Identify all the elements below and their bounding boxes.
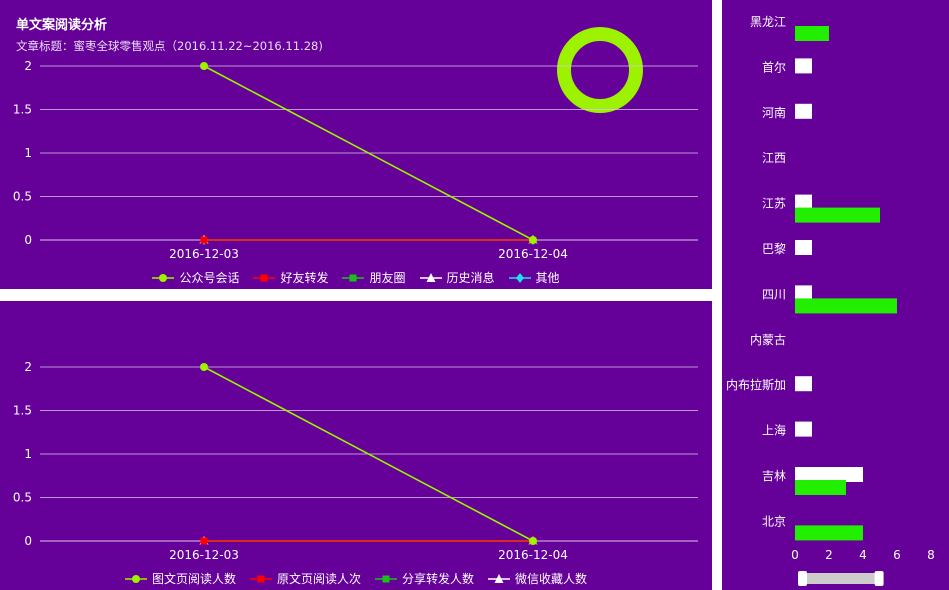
y-tick-label: 0	[24, 534, 32, 548]
y-tick-label: 1	[24, 146, 32, 160]
chart-legend[interactable]: 图文页阅读人数 原文页阅读人次 分享转发人数 微信收藏人数	[0, 570, 712, 587]
legend-swatch-icon	[488, 573, 511, 583]
bar[interactable]	[795, 194, 812, 210]
category-label: 黑龙江	[750, 15, 786, 29]
y-tick-label: 1.5	[13, 404, 32, 418]
x-tick-label: 2016-12-03	[169, 247, 239, 261]
region-bar-chart: 黑龙江首尔河南江西江苏巴黎四川内蒙古内布拉斯加上海吉林北京 0 2 4 6 8	[726, 15, 935, 586]
category-label: 吉林	[762, 469, 786, 483]
zoom-handle-right[interactable]	[874, 571, 884, 586]
category-label: 上海	[762, 423, 786, 438]
x-tick-label: 2016-12-04	[498, 548, 568, 562]
data-point[interactable]	[200, 236, 208, 244]
legend-swatch-icon	[253, 274, 276, 281]
category-label: 内蒙古	[750, 332, 786, 347]
legend-label: 其他	[535, 271, 560, 285]
category-label: 江西	[762, 151, 786, 165]
bar[interactable]	[795, 421, 812, 437]
bar[interactable]	[795, 376, 812, 392]
bar[interactable]	[795, 240, 812, 255]
read-source-line-chart: 0 0.5 1 1.5 2 2016-12-03 2016-12-04	[13, 27, 698, 261]
legend-swatch-icon	[152, 273, 175, 282]
legend-item[interactable]: 微信收藏人数	[488, 570, 587, 587]
chart-legend[interactable]: 公众号会话 好友转发 朋友圈 历史消息 其他	[0, 269, 712, 286]
category-label: 首尔	[762, 59, 786, 74]
category-label: 内布拉斯加	[726, 377, 786, 392]
region-panel: 黑龙江首尔河南江西江苏巴黎四川内蒙古内布拉斯加上海吉林北京 0 2 4 6 8	[722, 0, 949, 590]
data-point[interactable]	[200, 537, 208, 545]
y-tick-label: 0.5	[13, 190, 32, 204]
zoom-slider-track[interactable]	[800, 573, 882, 584]
legend-label: 图文页阅读人数	[151, 572, 236, 586]
legend-label: 好友转发	[280, 271, 329, 285]
y-tick-label: 0	[24, 233, 32, 247]
category-label: 巴黎	[762, 242, 786, 256]
legend-item[interactable]: 公众号会话	[152, 269, 239, 286]
x-tick-label: 2016-12-03	[169, 548, 239, 562]
legend-item[interactable]: 其他	[508, 269, 560, 286]
legend-label: 历史消息	[446, 271, 495, 285]
data-point[interactable]	[200, 62, 208, 70]
zoom-handle-left[interactable]	[798, 571, 807, 586]
y-tick-label: 0.5	[13, 491, 32, 505]
legend-item[interactable]: 朋友圈	[342, 269, 406, 286]
legend-item[interactable]: 原文页阅读人次	[249, 570, 361, 587]
bar[interactable]	[795, 480, 846, 495]
y-tick-label: 2	[24, 360, 32, 374]
legend-label: 朋友圈	[369, 271, 406, 285]
legend-item[interactable]: 分享转发人数	[375, 570, 474, 587]
legend-swatch-icon	[249, 575, 272, 582]
category-label: 四川	[762, 287, 786, 301]
legend-label: 原文页阅读人次	[276, 572, 361, 586]
legend-label: 微信收藏人数	[515, 572, 588, 586]
legend-item[interactable]: 好友转发	[253, 269, 328, 286]
x-tick-label: 0	[791, 548, 799, 562]
data-point[interactable]	[200, 363, 208, 371]
x-tick-label: 8	[927, 548, 935, 562]
bar[interactable]	[795, 525, 863, 541]
x-tick-label: 6	[893, 548, 901, 562]
page-read-line-chart: 0 0.5 1 1.5 2 2016-12-03 2016-12-04	[13, 360, 698, 562]
y-tick-label: 1	[24, 447, 32, 461]
legend-item[interactable]: 图文页阅读人数	[124, 570, 236, 587]
bar[interactable]	[795, 285, 812, 301]
legend-swatch-icon	[124, 574, 147, 583]
legend-label: 分享转发人数	[402, 572, 475, 586]
data-point[interactable]	[529, 537, 537, 545]
bar[interactable]	[795, 298, 897, 314]
y-tick-label: 1.5	[13, 103, 32, 117]
bar[interactable]	[795, 103, 812, 119]
bar[interactable]	[795, 467, 863, 482]
read-analysis-panel: 单文案阅读分析 文章标题：蜜枣全球零售观点（2016.11.22~2016.11…	[0, 0, 712, 289]
x-tick-label: 2	[825, 548, 833, 562]
legend-swatch-icon	[508, 272, 531, 283]
data-point[interactable]	[529, 236, 537, 244]
legend-swatch-icon	[419, 272, 442, 282]
loading-ring-icon	[557, 27, 643, 113]
legend-swatch-icon	[342, 274, 365, 281]
y-tick-label: 2	[24, 59, 32, 73]
legend-item[interactable]: 历史消息	[419, 269, 495, 286]
category-label: 北京	[762, 514, 786, 528]
category-label: 江苏	[762, 197, 786, 211]
x-tick-label: 4	[859, 548, 867, 562]
legend-label: 公众号会话	[179, 271, 240, 285]
bar[interactable]	[795, 26, 829, 41]
page-read-panel: 0 0.5 1 1.5 2 2016-12-03 2016-12-04 图文页阅读人数 原文页…	[0, 301, 712, 590]
category-label: 河南	[762, 105, 786, 120]
bar[interactable]	[795, 207, 880, 223]
x-tick-label: 2016-12-04	[498, 247, 568, 261]
legend-swatch-icon	[375, 575, 397, 582]
bar[interactable]	[795, 58, 812, 74]
